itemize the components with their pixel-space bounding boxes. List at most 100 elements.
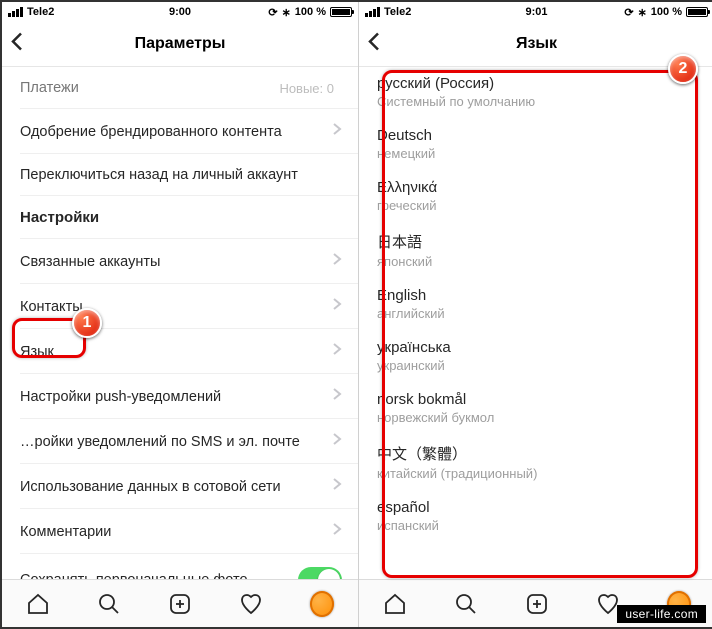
language-row[interactable]: español испанский xyxy=(359,491,712,543)
nav-bar: Параметры xyxy=(2,22,358,66)
row-label: Настройки xyxy=(20,209,99,226)
chevron-right-icon xyxy=(332,342,342,361)
language-subtitle: японский xyxy=(377,254,696,269)
profile-avatar-icon xyxy=(310,591,334,617)
language-subtitle: испанский xyxy=(377,518,696,533)
chevron-left-icon xyxy=(10,32,24,52)
language-row[interactable]: English английский xyxy=(359,279,712,331)
status-bar: Tele2 9:01 ⟳ ∗ 100 % xyxy=(359,2,712,22)
language-subtitle: китайский (традиционный) xyxy=(377,466,696,481)
tab-activity[interactable] xyxy=(596,592,620,616)
language-name: English xyxy=(377,287,696,304)
language-subtitle: английский xyxy=(377,306,696,321)
row-label: Одобрение брендированного контента xyxy=(20,124,282,140)
tab-search[interactable] xyxy=(97,592,121,616)
watermark: user-life.com xyxy=(617,605,706,623)
language-row[interactable]: norsk bokmål норвежский букмол xyxy=(359,383,712,435)
row-label: Связанные аккаунты xyxy=(20,254,160,270)
orientation-lock-icon: ⟳ xyxy=(268,6,277,19)
annotation-badge-2: 2 xyxy=(668,54,698,84)
orientation-lock-icon: ⟳ xyxy=(624,6,633,19)
chevron-right-icon xyxy=(332,387,342,406)
language-name: español xyxy=(377,499,696,516)
language-name: Deutsch xyxy=(377,127,696,144)
bluetooth-icon: ∗ xyxy=(282,6,291,19)
chevron-right-icon xyxy=(332,252,342,271)
row-label: Язык xyxy=(20,344,54,360)
battery-percent: 100 % xyxy=(295,6,326,18)
status-bar: Tele2 9:00 ⟳ ∗ 100 % xyxy=(2,2,358,22)
back-button[interactable] xyxy=(367,32,381,57)
row-label: …ройки уведомлений по SMS и эл. почте xyxy=(20,434,300,450)
clock-label: 9:00 xyxy=(169,6,191,18)
signal-icon xyxy=(365,7,380,17)
settings-row[interactable]: Контакты xyxy=(2,284,358,329)
battery-percent: 100 % xyxy=(651,6,682,18)
settings-row[interactable]: Платежи Новые: 0 xyxy=(2,67,358,109)
row-label: Платежи xyxy=(20,80,79,96)
row-label: Настройки push-уведомлений xyxy=(20,389,221,405)
row-label: Контакты xyxy=(20,299,83,315)
settings-row[interactable]: Использование данных в сотовой сети xyxy=(2,464,358,509)
chevron-right-icon xyxy=(332,122,342,141)
row-label: Переключиться назад на личный аккаунт xyxy=(20,167,298,183)
tutorial-frame: Tele2 9:00 ⟳ ∗ 100 % Параметры Платежи Но… xyxy=(0,0,712,629)
chevron-right-icon xyxy=(332,522,342,541)
back-button[interactable] xyxy=(10,32,24,57)
language-row[interactable]: Ελληνικά греческий xyxy=(359,171,712,223)
tab-home[interactable] xyxy=(383,592,407,616)
settings-row: Настройки xyxy=(2,196,358,239)
page-title: Параметры xyxy=(135,35,226,53)
phone-left: Tele2 9:00 ⟳ ∗ 100 % Параметры Платежи Но… xyxy=(2,2,358,627)
settings-row[interactable]: Язык xyxy=(2,329,358,374)
signal-icon xyxy=(8,7,23,17)
language-name: Ελληνικά xyxy=(377,179,696,196)
chevron-right-icon xyxy=(332,432,342,451)
language-row[interactable]: 日本語 японский xyxy=(359,223,712,279)
row-label: Использование данных в сотовой сети xyxy=(20,479,281,495)
page-title: Язык xyxy=(516,35,557,53)
tab-profile[interactable] xyxy=(310,592,334,616)
row-meta: Новые: 0 xyxy=(279,81,334,96)
language-row[interactable]: 中文（繁體） китайский (традиционный) xyxy=(359,435,712,491)
settings-row[interactable]: Связанные аккаунты xyxy=(2,239,358,284)
language-row[interactable]: Deutsch немецкий xyxy=(359,119,712,171)
tab-activity[interactable] xyxy=(239,592,263,616)
tab-bar xyxy=(2,579,358,627)
settings-list: Платежи Новые: 0 Одобрение брендированного… xyxy=(2,67,358,606)
battery-icon xyxy=(686,7,708,17)
chevron-right-icon xyxy=(332,297,342,316)
chevron-left-icon xyxy=(367,32,381,52)
bluetooth-icon: ∗ xyxy=(638,6,647,19)
settings-row[interactable]: Переключиться назад на личный аккаунт xyxy=(2,154,358,196)
language-name: 中文（繁體） xyxy=(377,443,696,464)
tab-add[interactable] xyxy=(168,592,192,616)
carrier-label: Tele2 xyxy=(27,6,54,18)
nav-bar: Язык xyxy=(359,22,712,66)
settings-row[interactable]: …ройки уведомлений по SMS и эл. почте xyxy=(2,419,358,464)
annotation-badge-1: 1 xyxy=(72,308,102,338)
tab-add[interactable] xyxy=(525,592,549,616)
language-list: русский (Россия) Системный по умолчанию De… xyxy=(359,67,712,543)
settings-row[interactable]: Одобрение брендированного контента xyxy=(2,109,358,154)
language-name: українська xyxy=(377,339,696,356)
language-subtitle: норвежский букмол xyxy=(377,410,696,425)
language-name: 日本語 xyxy=(377,231,696,252)
settings-row[interactable]: Настройки push-уведомлений xyxy=(2,374,358,419)
battery-icon xyxy=(330,7,352,17)
language-subtitle: украинский xyxy=(377,358,696,373)
chevron-right-icon xyxy=(332,477,342,496)
language-name: русский (Россия) xyxy=(377,75,696,92)
language-name: norsk bokmål xyxy=(377,391,696,408)
phone-right: Tele2 9:01 ⟳ ∗ 100 % Язык русский (Росси… xyxy=(358,2,712,627)
tab-search[interactable] xyxy=(454,592,478,616)
language-row[interactable]: русский (Россия) Системный по умолчанию xyxy=(359,67,712,119)
language-subtitle: греческий xyxy=(377,198,696,213)
row-label: Комментарии xyxy=(20,524,111,540)
clock-label: 9:01 xyxy=(525,6,547,18)
tab-home[interactable] xyxy=(26,592,50,616)
language-subtitle: Системный по умолчанию xyxy=(377,94,696,109)
language-row[interactable]: українська украинский xyxy=(359,331,712,383)
language-subtitle: немецкий xyxy=(377,146,696,161)
settings-row[interactable]: Комментарии xyxy=(2,509,358,554)
